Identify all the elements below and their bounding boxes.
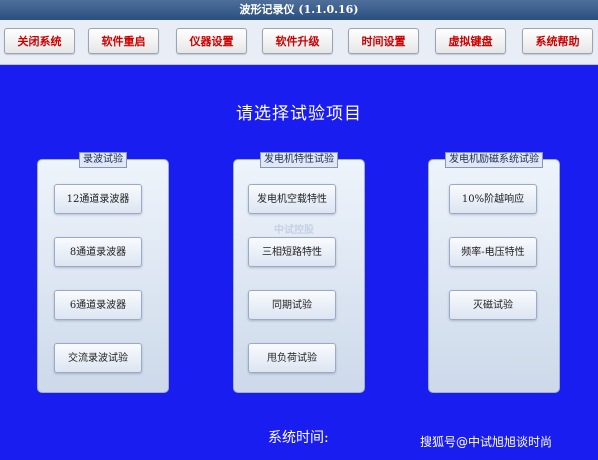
item-load-rejection-test[interactable]: 甩负荷试验 xyxy=(248,343,336,373)
window-title: 波形记录仪 (1.1.0.16) xyxy=(0,0,598,20)
item-8-channel-recorder[interactable]: 8通道录波器 xyxy=(54,237,142,267)
toolbar: 关闭系统 软件重启 仪器设置 软件升级 时间设置 虚拟键盘 系统帮助 xyxy=(0,20,598,65)
software-upgrade-button[interactable]: 软件升级 xyxy=(262,28,333,54)
time-settings-button[interactable]: 时间设置 xyxy=(348,28,419,54)
watermark-center: 中试控股 xyxy=(274,225,314,236)
restart-software-button[interactable]: 软件重启 xyxy=(88,28,159,54)
item-ac-recording-test[interactable]: 交流录波试验 xyxy=(54,343,142,373)
shutdown-system-button[interactable]: 关闭系统 xyxy=(4,28,75,54)
item-three-phase-short-circuit[interactable]: 三相短路特性 xyxy=(248,237,336,267)
item-no-load-characteristic[interactable]: 发电机空载特性 xyxy=(248,184,336,214)
item-frequency-voltage[interactable]: 频率-电压特性 xyxy=(449,237,537,267)
panel-recording-tests: 录波试验 12通道录波器 8通道录波器 6通道录波器 交流录波试验 xyxy=(37,152,169,393)
panel-excitation-system-tests: 发电机励磁系统试验 10%阶越响应 频率-电压特性 灭磁试验 xyxy=(428,152,560,393)
panel-title: 发电机特性试验 xyxy=(260,152,338,168)
item-12-channel-recorder[interactable]: 12通道录波器 xyxy=(54,184,142,214)
watermark-corner: 搜狐号@中试旭旭谈时尚 xyxy=(420,435,553,449)
item-de-excitation-test[interactable]: 灭磁试验 xyxy=(449,290,537,320)
virtual-keyboard-button[interactable]: 虚拟键盘 xyxy=(435,28,506,54)
main-area: 请选择试验项目 录波试验 12通道录波器 8通道录波器 6通道录波器 交流录波试… xyxy=(0,65,598,460)
page-title: 请选择试验项目 xyxy=(236,104,362,124)
item-6-channel-recorder[interactable]: 6通道录波器 xyxy=(54,290,142,320)
system-help-button[interactable]: 系统帮助 xyxy=(522,28,593,54)
item-step-response[interactable]: 10%阶越响应 xyxy=(449,184,537,214)
instrument-settings-button[interactable]: 仪器设置 xyxy=(176,28,247,54)
panel-generator-characteristic-tests: 发电机特性试验 发电机空载特性 三相短路特性 同期试验 甩负荷试验 xyxy=(233,152,365,393)
system-time-label: 系统时间: xyxy=(268,430,329,446)
panel-title: 录波试验 xyxy=(79,152,127,168)
item-synchronization-test[interactable]: 同期试验 xyxy=(248,290,336,320)
panel-title: 发电机励磁系统试验 xyxy=(445,152,543,168)
